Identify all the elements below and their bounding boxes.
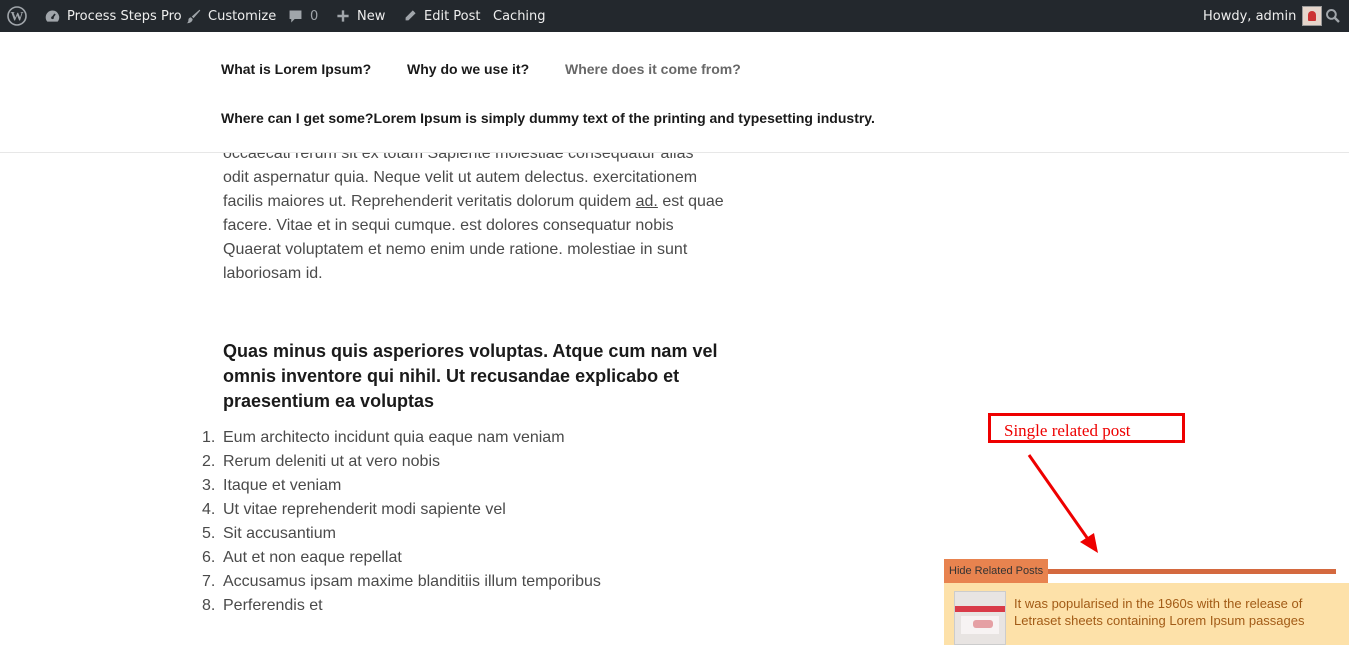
dashboard-icon bbox=[44, 8, 61, 25]
list-item: 8. Perferendis et bbox=[202, 597, 323, 614]
section-heading: Quas minus quis asperiores voluptas. Atq… bbox=[223, 341, 718, 411]
nav-item-why-do-we-use-it[interactable]: Why do we use it? bbox=[407, 61, 529, 77]
paragraph-line: occaecati rerum sit ex totam Sapiente mo… bbox=[223, 153, 694, 162]
hide-related-posts-button[interactable]: Hide Related Posts bbox=[944, 559, 1049, 583]
paragraph-text: est quae bbox=[657, 193, 724, 210]
customize-menu[interactable]: Customize bbox=[185, 0, 276, 32]
account-menu[interactable]: Howdy, admin bbox=[1203, 0, 1323, 32]
list-item: 5. Sit accusantium bbox=[202, 525, 336, 542]
list-item: 3. Itaque et veniam bbox=[202, 477, 342, 494]
ordered-list: 1. Eum architecto incidunt quia eaque nam… bbox=[202, 426, 601, 618]
wordpress-logo-icon[interactable]: W bbox=[7, 0, 27, 32]
plus-icon bbox=[335, 8, 351, 24]
list-item: 7. Accusamus ipsam maxime blanditiis illu… bbox=[202, 573, 601, 590]
site-navigation: What is Lorem Ipsum? Why do we use it? W… bbox=[0, 32, 1349, 153]
paragraph-line: laboriosam id. bbox=[223, 265, 323, 282]
list-item: 6. Aut et non eaque repellat bbox=[202, 549, 402, 566]
site-name-menu[interactable]: Process Steps Pro bbox=[44, 0, 182, 32]
site-name-label: Process Steps Pro bbox=[67, 8, 182, 24]
edit-post-label: Edit Post bbox=[424, 8, 481, 24]
nav-item-where-does-it-come-from[interactable]: Where does it come from? bbox=[565, 61, 741, 77]
avatar bbox=[1302, 6, 1323, 26]
comment-icon bbox=[287, 8, 304, 25]
svg-text:W: W bbox=[11, 9, 24, 24]
comments-menu[interactable]: 0 bbox=[287, 0, 318, 32]
related-post-thumbnail[interactable] bbox=[954, 591, 1006, 645]
list-item: 2. Rerum deleniti ut at vero nobis bbox=[202, 453, 440, 470]
admin-bar: W Process Steps Pro Customize 0 New Edit… bbox=[0, 0, 1349, 32]
related-posts-bar bbox=[1048, 569, 1336, 574]
annotation-label: Single related post bbox=[1004, 421, 1131, 440]
annotation-arrow-icon bbox=[1027, 454, 1098, 553]
comments-count: 0 bbox=[310, 8, 319, 24]
pencil-icon bbox=[402, 8, 418, 24]
caching-menu[interactable]: Caching bbox=[493, 0, 546, 32]
paragraph-line: facere. Vitae et in sequi cumque. est do… bbox=[223, 217, 674, 234]
nav-item-where-can-i-get-some[interactable]: Where can I get some?Lorem Ipsum is simp… bbox=[221, 110, 875, 126]
paragraph-line: odit aspernatur quia. Neque velit ut aut… bbox=[223, 169, 698, 186]
paragraph-text: facilis maiores ut. Reprehenderit verita… bbox=[223, 193, 636, 210]
new-label: New bbox=[357, 8, 386, 24]
search-icon[interactable] bbox=[1325, 0, 1341, 32]
new-content-menu[interactable]: New bbox=[335, 0, 385, 32]
related-posts-panel: It was popularised in the 1960s with the… bbox=[944, 583, 1349, 645]
customize-label: Customize bbox=[208, 8, 277, 24]
paragraph-line: facilis maiores ut. Reprehenderit verita… bbox=[223, 190, 724, 214]
list-item: 1. Eum architecto incidunt quia eaque nam… bbox=[202, 429, 565, 446]
related-post-link[interactable]: It was popularised in the 1960s with the… bbox=[1014, 595, 1314, 629]
caching-label: Caching bbox=[493, 8, 546, 24]
edit-post-menu[interactable]: Edit Post bbox=[402, 0, 481, 32]
related-posts-widget: Hide Related Posts It was popularised in… bbox=[944, 559, 1349, 645]
inline-link[interactable]: ad. bbox=[636, 193, 658, 210]
paragraph-line: Quaerat voluptatem et nemo enim unde rat… bbox=[223, 241, 688, 258]
greeting-label: Howdy, admin bbox=[1203, 8, 1297, 24]
nav-item-what-is-lorem-ipsum[interactable]: What is Lorem Ipsum? bbox=[221, 61, 371, 77]
list-item: 4. Ut vitae reprehenderit modi sapiente v… bbox=[202, 501, 506, 518]
paintbrush-icon bbox=[185, 8, 202, 25]
annotation-callout: Single related post bbox=[988, 413, 1185, 443]
